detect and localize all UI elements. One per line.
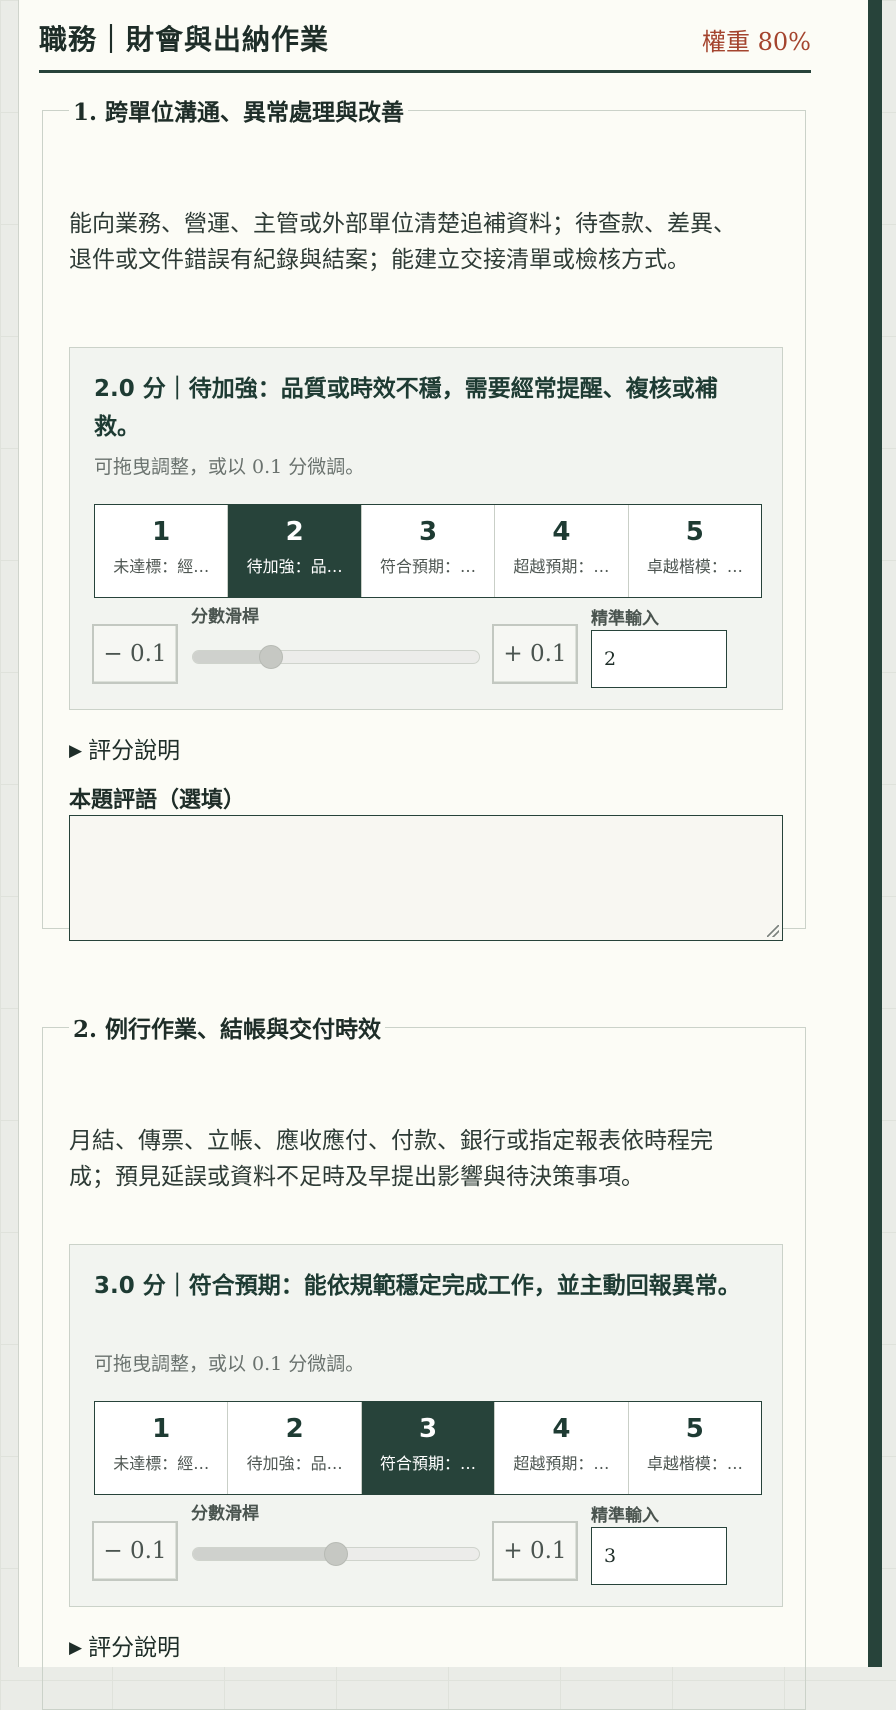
comment-label: 本題評語（選填） bbox=[69, 787, 246, 813]
score-panel: 2.0 分｜待加強：品質或時效不穩，需要經常提醒、複核或補救。 可拖曳調整，或以… bbox=[69, 347, 783, 710]
criterion-title: 2. 例行作業、結帳與交付時效 bbox=[73, 1016, 382, 1043]
level-label: 卓越楷模：… bbox=[646, 1454, 743, 1473]
slider-label: 分數滑桿 bbox=[191, 607, 259, 627]
scoring-details-toggle[interactable]: ▶ 評分說明 bbox=[69, 731, 180, 765]
level-label: 卓越楷模：… bbox=[646, 557, 743, 576]
criterion-card-1: 1. 跨單位溝通、異常處理與改善 能向業務、營運、主管或外部單位清楚追補資料；待… bbox=[42, 93, 806, 941]
details-label: 評分說明 bbox=[88, 738, 181, 764]
exact-input-label: 精準輸入 bbox=[591, 1506, 659, 1526]
page-title: 職務｜財會與出納作業 bbox=[39, 23, 330, 56]
level-number: 5 bbox=[685, 517, 704, 547]
level-selector: 1 未達標：經… 2 待加強：品… 3 符合預期：… 4 超越預期：… 5 卓越楷模：… bbox=[94, 1401, 762, 1495]
level-option-2[interactable]: 2 待加強：品… bbox=[228, 1402, 362, 1494]
slider-label: 分數滑桿 bbox=[191, 1504, 259, 1524]
level-option-1[interactable]: 1 未達標：經… bbox=[95, 505, 229, 597]
increase-score-button[interactable]: + 0.1 bbox=[492, 624, 578, 684]
level-number: 1 bbox=[152, 517, 171, 547]
level-option-5[interactable]: 5 卓越楷模：… bbox=[629, 505, 761, 597]
level-label: 待加強：品… bbox=[246, 1454, 343, 1473]
level-option-1[interactable]: 1 未達標：經… bbox=[95, 1402, 229, 1494]
level-label: 未達標：經… bbox=[113, 557, 210, 576]
level-number: 2 bbox=[285, 1414, 304, 1444]
level-option-3[interactable]: 3 符合預期：… bbox=[361, 1402, 496, 1494]
level-number: 4 bbox=[552, 1414, 571, 1444]
criterion-title: 1. 跨單位溝通、異常處理與改善 bbox=[73, 99, 405, 126]
level-option-3[interactable]: 3 符合預期：… bbox=[362, 505, 496, 597]
score-heading: 2.0 分｜待加強：品質或時效不穩，需要經常提醒、複核或補救。 bbox=[94, 376, 718, 440]
level-number: 1 bbox=[152, 1414, 171, 1444]
level-selector: 1 未達標：經… 2 待加強：品… 3 符合預期：… 4 超越預期：… 5 卓越楷模：… bbox=[94, 504, 762, 598]
comment-textarea[interactable] bbox=[69, 815, 783, 941]
level-option-2[interactable]: 2 待加強：品… bbox=[228, 505, 362, 597]
section-header: 職務｜財會與出納作業 權重 80% bbox=[39, 0, 811, 73]
criterion-description: 月結、傳票、立帳、應收應付、付款、銀行或指定報表依時程完成；預見延誤或資料不足時… bbox=[69, 1128, 713, 1190]
page-edge-bar bbox=[868, 0, 882, 1667]
level-label: 符合預期：… bbox=[380, 557, 477, 576]
level-option-5[interactable]: 5 卓越楷模：… bbox=[629, 1402, 761, 1494]
score-hint: 可拖曳調整，或以 0.1 分微調。 bbox=[94, 1353, 365, 1375]
score-panel: 3.0 分｜符合預期：能依規範穩定完成工作，並主動回報異常。 可拖曳調整，或以 … bbox=[69, 1244, 783, 1607]
criterion-description: 能向業務、營運、主管或外部單位清楚追補資料；待查款、差異、退件或文件錯誤有紀錄與… bbox=[69, 211, 736, 273]
level-number: 4 bbox=[552, 517, 571, 547]
score-hint: 可拖曳調整，或以 0.1 分微調。 bbox=[94, 456, 365, 478]
level-number: 2 bbox=[285, 517, 304, 547]
exact-score-input[interactable]: 2 bbox=[591, 630, 727, 688]
details-label: 評分說明 bbox=[88, 1635, 181, 1661]
triangle-right-icon: ▶ bbox=[69, 1638, 83, 1658]
slider-fill bbox=[193, 1548, 336, 1560]
resize-grip-icon[interactable] bbox=[767, 925, 779, 937]
weight-badge: 權重 80% bbox=[702, 28, 811, 56]
decrease-score-button[interactable]: − 0.1 bbox=[92, 624, 178, 684]
level-number: 5 bbox=[685, 1414, 704, 1444]
level-label: 超越預期：… bbox=[513, 557, 610, 576]
level-number: 3 bbox=[418, 517, 438, 547]
scoring-details-toggle[interactable]: ▶ 評分說明 bbox=[69, 1628, 180, 1662]
level-option-4[interactable]: 4 超越預期：… bbox=[495, 1402, 629, 1494]
level-option-4[interactable]: 4 超越預期：… bbox=[495, 505, 629, 597]
level-label: 未達標：經… bbox=[113, 1454, 210, 1473]
level-number: 3 bbox=[418, 1414, 438, 1444]
slider-thumb[interactable] bbox=[258, 645, 283, 669]
level-label: 待加強：品… bbox=[246, 557, 343, 576]
increase-score-button[interactable]: + 0.1 bbox=[492, 1521, 578, 1581]
slider-thumb[interactable] bbox=[324, 1542, 348, 1566]
level-label: 符合預期：… bbox=[380, 1454, 477, 1473]
level-label: 超越預期：… bbox=[513, 1454, 610, 1473]
triangle-right-icon: ▶ bbox=[69, 741, 83, 761]
decrease-score-button[interactable]: − 0.1 bbox=[92, 1521, 178, 1581]
score-slider[interactable] bbox=[192, 1542, 480, 1566]
score-heading: 3.0 分｜符合預期：能依規範穩定完成工作，並主動回報異常。 bbox=[94, 1273, 741, 1299]
exact-input-label: 精準輸入 bbox=[591, 609, 659, 629]
criterion-card-2: 2. 例行作業、結帳與交付時效 月結、傳票、立帳、應收應付、付款、銀行或指定報表… bbox=[42, 1010, 806, 1710]
exact-score-input[interactable]: 3 bbox=[591, 1527, 727, 1585]
score-slider[interactable] bbox=[192, 645, 480, 669]
